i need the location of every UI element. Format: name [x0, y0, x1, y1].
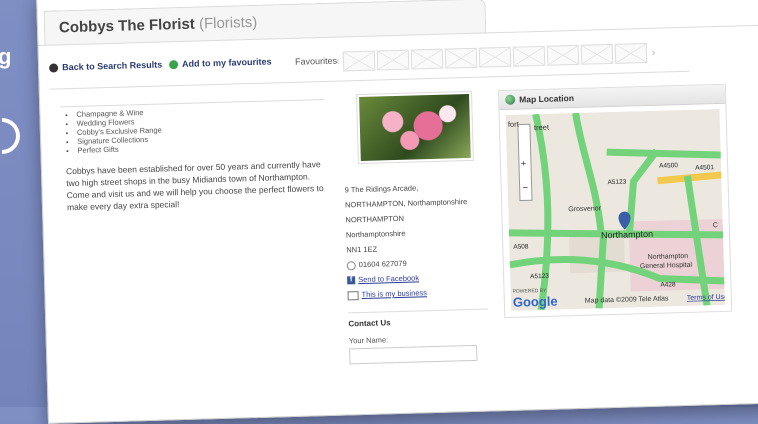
map-area-label: Grosvenor	[568, 205, 602, 213]
map-street-label: fort	[508, 120, 520, 129]
features-list: Champagne & WineWedding FlowersCobby's E…	[64, 103, 329, 155]
background-fragment-text: g	[0, 44, 12, 69]
road-label-a5123: A5123	[607, 179, 626, 187]
map-header: Map Location	[498, 84, 726, 111]
business-name-text: Cobbys The Florist	[58, 15, 196, 37]
favourite-slot[interactable]	[478, 46, 511, 68]
business-name: Cobbys The Florist (Florists)	[59, 14, 258, 37]
favourite-slot[interactable]	[546, 44, 579, 66]
map-location-title: Map Location	[519, 93, 575, 105]
business-description: Cobbys have been established for over 50…	[65, 159, 324, 213]
business-card-icon	[347, 290, 359, 300]
left-column: Champagne & WineWedding FlowersCobby's E…	[64, 103, 331, 213]
add-to-favourites-label: Add to my favourites	[181, 56, 272, 69]
favourite-slot[interactable]	[410, 48, 443, 70]
add-to-favourites-button[interactable]: Add to my favourites	[168, 56, 272, 69]
flower-image	[359, 93, 471, 161]
business-photo[interactable]	[355, 90, 474, 165]
center-column: 9 The Ridings Arcade, NORTHAMPTON, North…	[342, 90, 489, 365]
address-block: 9 The Ridings Arcade, NORTHAMPTON, North…	[344, 179, 487, 303]
favourite-slot[interactable]	[444, 47, 477, 69]
favourite-slot[interactable]	[376, 49, 409, 71]
map-hospital-label-1: Northampton	[648, 253, 689, 261]
map-street-label-2: treet	[534, 123, 550, 132]
favourites-strip: ‹ ›	[333, 42, 659, 72]
road-label-a4500: A4500	[659, 162, 678, 170]
map-edge-label: C	[713, 222, 718, 229]
globe-icon	[505, 94, 516, 105]
road-label-a508: A508	[513, 243, 529, 250]
map-hospital-label-2: General Hospital	[640, 262, 693, 270]
listing-page: Cobbys The Florist (Florists) Back to Se…	[36, 0, 758, 424]
send-to-facebook-link[interactable]: Send to Facebook	[358, 273, 419, 284]
back-to-results-button[interactable]: Back to Search Results	[48, 59, 163, 73]
phone-icon	[346, 260, 356, 270]
your-name-input[interactable]	[349, 344, 478, 365]
favourites-prev-arrow-icon[interactable]: ‹	[333, 55, 343, 68]
zoom-in-icon[interactable]: +	[521, 158, 527, 168]
map-terms-link[interactable]: Terms of Use	[687, 294, 725, 302]
your-name-label: Your Name:	[348, 335, 389, 346]
favourites-next-arrow-icon[interactable]: ›	[648, 47, 658, 59]
favourite-slot[interactable]	[614, 42, 647, 64]
favourite-slot[interactable]	[512, 45, 545, 67]
add-icon	[168, 59, 179, 69]
background-fragment-arc	[0, 110, 28, 162]
favourite-slot[interactable]	[342, 50, 375, 72]
contact-us-heading: Contact Us	[348, 308, 489, 329]
google-logo: Google	[513, 294, 558, 310]
favourites-label: Favourites	[294, 55, 338, 67]
phone-number: 01604 627079	[358, 258, 407, 270]
back-to-results-label: Back to Search Results	[61, 59, 163, 73]
business-category: (Florists)	[198, 13, 258, 33]
map-canvas[interactable]: + − fort treet Grosvenor Northampton Nor…	[505, 108, 725, 311]
favourite-slot[interactable]	[580, 43, 613, 65]
road-label-a5123-2: A5123	[530, 273, 549, 281]
road-label-a4501: A4501	[695, 164, 714, 172]
road-label-a428: A428	[660, 281, 676, 288]
map-panel: Map Location + − fort treet Grosvenor No…	[497, 83, 733, 319]
favourites-slots	[342, 42, 648, 72]
toolbar: Back to Search Results Add to my favouri…	[48, 41, 689, 83]
map-town-label: Northampton	[601, 229, 653, 240]
back-arrow-icon	[48, 62, 59, 73]
my-business-row: This is my business	[347, 284, 487, 303]
facebook-icon: f	[347, 276, 356, 285]
this-is-my-business-link[interactable]: This is my business	[361, 288, 427, 299]
zoom-out-icon[interactable]: −	[523, 182, 529, 192]
